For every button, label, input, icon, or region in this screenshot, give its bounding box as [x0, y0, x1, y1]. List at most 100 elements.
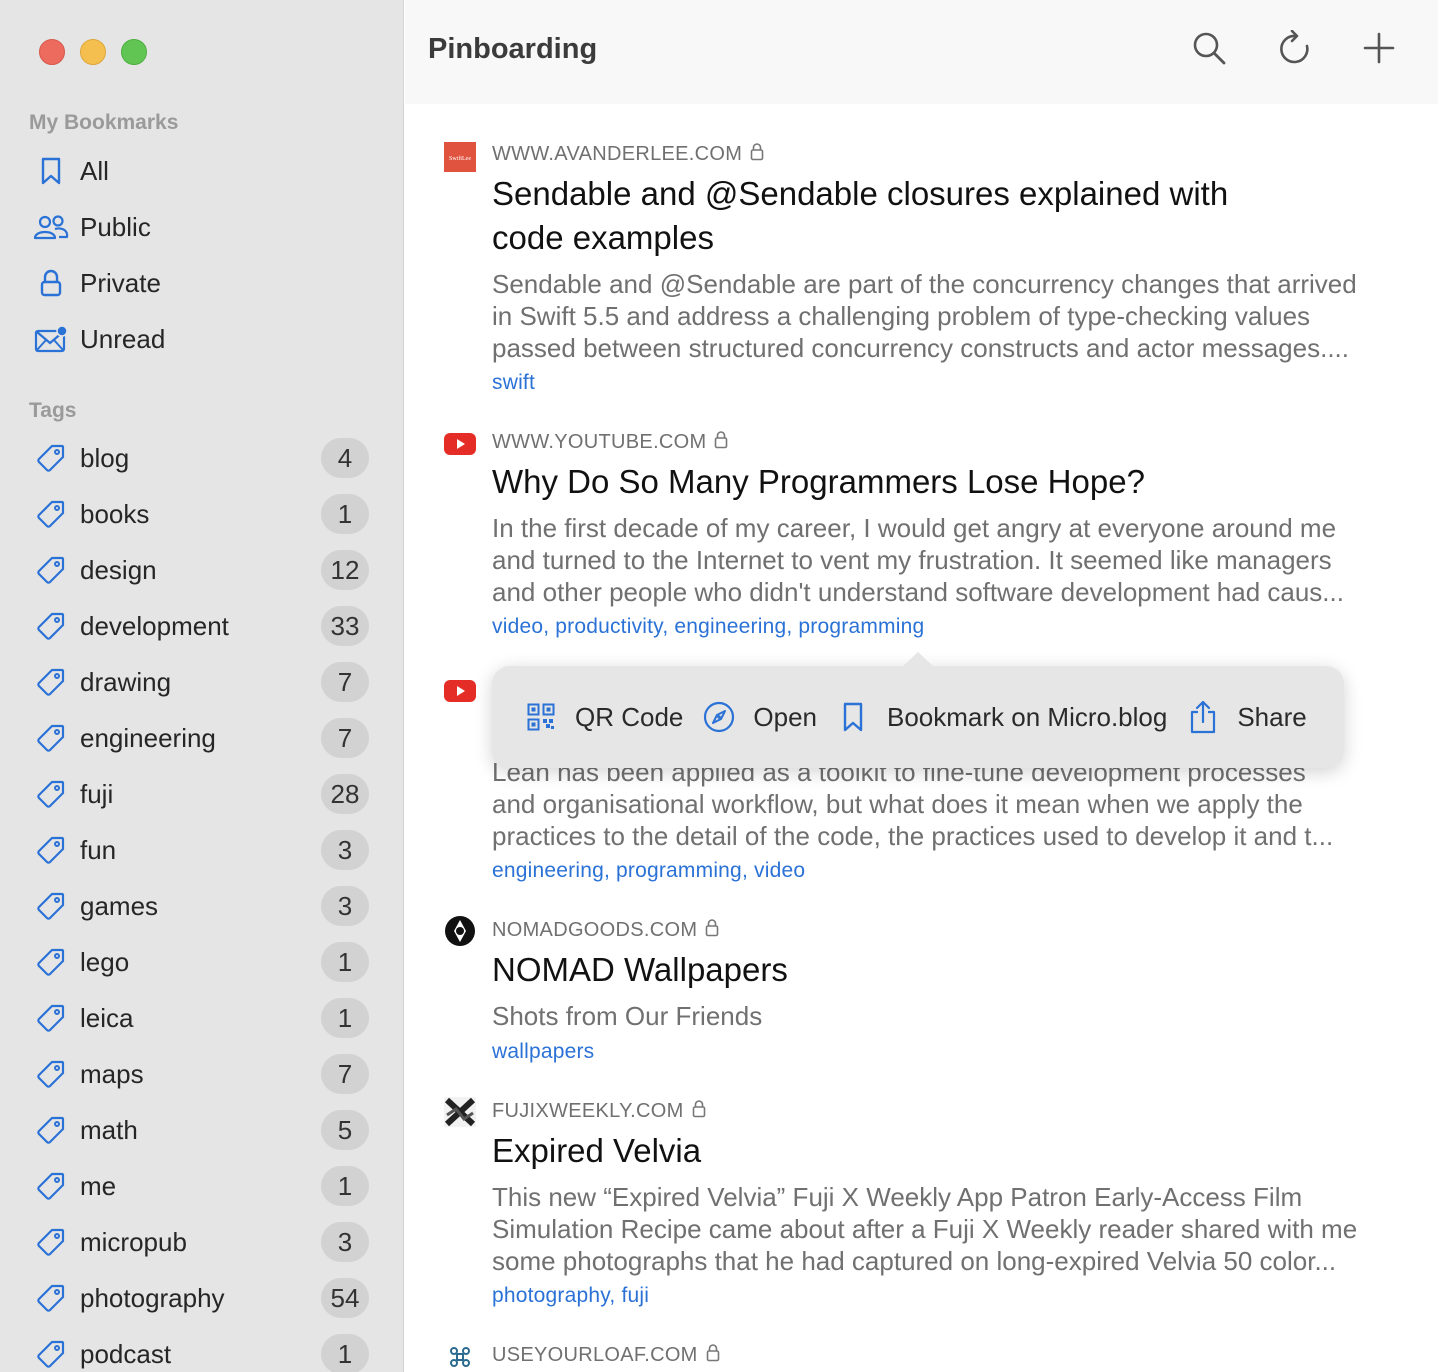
bookmark-tags[interactable]: video, productivity, engineering, progra…: [492, 615, 924, 639]
bookmark-tags[interactable]: swift: [492, 371, 535, 395]
lock-icon: [692, 1099, 706, 1124]
bookmark-title[interactable]: Expired Velvia: [492, 1129, 1392, 1173]
sidebar-tag-item[interactable]: leica 1: [33, 996, 373, 1040]
svg-text:SwiftLee: SwiftLee: [449, 155, 471, 162]
tag-label: math: [80, 1114, 138, 1145]
qr-code-button[interactable]: QR Code: [525, 701, 683, 733]
bookmark-domain: WWW.YOUTUBE.COM: [492, 430, 728, 455]
refresh-icon: [1278, 29, 1312, 71]
tag-label: micropub: [80, 1226, 187, 1257]
tag-icon: [33, 944, 69, 980]
tag-label: blog: [80, 442, 130, 473]
lock-icon: [705, 918, 719, 943]
sidebar-tag-item[interactable]: drawing 7: [33, 660, 373, 704]
tag-count-badge: 12: [321, 550, 369, 590]
zoom-window-button[interactable]: [121, 39, 147, 65]
sidebar-tag-item[interactable]: games 3: [33, 884, 373, 928]
command-key-icon: [444, 1341, 476, 1372]
bookmark-description: Shots from Our Friends: [492, 1001, 763, 1031]
bookmark-domain: WWW.AVANDERLEE.COM: [492, 142, 764, 167]
lock-icon: [714, 430, 728, 455]
bookmark-title[interactable]: NOMAD Wallpapers: [492, 948, 1392, 992]
sidebar-item-public[interactable]: Public: [33, 205, 373, 249]
share-button[interactable]: Share: [1187, 700, 1307, 734]
tag-icon: [33, 888, 69, 924]
tag-icon: [33, 440, 69, 476]
open-label: Open: [753, 701, 817, 732]
tag-icon: [33, 720, 69, 756]
sidebar-tag-item[interactable]: blog 4: [33, 436, 373, 480]
refresh-button[interactable]: [1275, 29, 1315, 71]
plus-icon: [1363, 32, 1395, 69]
bookmark-tags[interactable]: photography, fuji: [492, 1284, 649, 1308]
search-icon: [1191, 30, 1227, 71]
tag-icon: [33, 776, 69, 812]
tag-icon: [33, 1000, 69, 1036]
sidebar-item-label: Unread: [80, 323, 166, 354]
sidebar-item-private[interactable]: Private: [33, 261, 373, 305]
youtube-icon: [444, 675, 476, 707]
tag-label: design: [80, 554, 157, 585]
tag-icon: [33, 1056, 69, 1092]
sidebar-tag-item[interactable]: math 5: [33, 1108, 373, 1152]
tag-count-badge: 1: [321, 998, 369, 1038]
sidebar-tag-item[interactable]: fuji 28: [33, 772, 373, 816]
tag-label: engineering: [80, 722, 216, 753]
bookmark-icon: [33, 153, 69, 189]
qr-code-label: QR Code: [575, 701, 684, 732]
sidebar-tag-item[interactable]: development 33: [33, 604, 373, 648]
lock-icon: [33, 265, 69, 301]
tag-icon: [33, 552, 69, 588]
tag-label: podcast: [80, 1338, 172, 1369]
bookmark-tags[interactable]: engineering, programming, video: [492, 859, 805, 883]
sidebar-tag-item[interactable]: photography 54: [33, 1276, 373, 1320]
search-button[interactable]: [1189, 30, 1229, 70]
tag-count-badge: 5: [321, 1110, 369, 1150]
bookmark-title[interactable]: Why Do So Many Programmers Lose Hope?: [492, 460, 1392, 504]
share-label: Share: [1237, 701, 1307, 732]
tag-label: lego: [80, 946, 130, 977]
add-bookmark-button[interactable]: [1359, 30, 1399, 70]
tag-label: maps: [80, 1058, 144, 1089]
tags-heading: Tags: [29, 399, 77, 422]
sidebar-item-unread[interactable]: Unread: [33, 317, 373, 361]
sidebar: My Bookmarks All Public Private Unread T…: [0, 0, 404, 1372]
sidebar-item-all[interactable]: All: [33, 149, 373, 193]
people-icon: [33, 209, 69, 245]
share-icon: [1187, 700, 1219, 734]
tag-count-badge: 7: [321, 662, 369, 702]
bookmark-title[interactable]: Sendable and @Sendable closures explaine…: [492, 172, 1392, 260]
my-bookmarks-heading: My Bookmarks: [29, 111, 179, 134]
sidebar-tag-item[interactable]: podcast 1: [33, 1332, 373, 1372]
open-button[interactable]: Open: [703, 701, 817, 733]
tag-count-badge: 28: [321, 774, 369, 814]
bookmark-tags[interactable]: wallpapers: [492, 1040, 594, 1064]
sidebar-tag-item[interactable]: books 1: [33, 492, 373, 536]
tag-count-badge: 1: [321, 1166, 369, 1206]
sidebar-tag-item[interactable]: lego 1: [33, 940, 373, 984]
tag-count-badge: 33: [321, 606, 369, 646]
sidebar-tag-item[interactable]: fun 3: [33, 828, 373, 872]
tag-icon: [33, 1336, 69, 1372]
tag-label: me: [80, 1170, 117, 1201]
bookmark-domain: FUJIXWEEKLY.COM: [492, 1099, 706, 1124]
sidebar-tag-item[interactable]: design 12: [33, 548, 373, 592]
sidebar-tag-item[interactable]: engineering 7: [33, 716, 373, 760]
tag-count-badge: 3: [321, 1222, 369, 1262]
bookmark-on-microblog-label: Bookmark on Micro.blog: [887, 701, 1168, 732]
tag-icon: [33, 1224, 69, 1260]
sidebar-tag-item[interactable]: maps 7: [33, 1052, 373, 1096]
minimize-window-button[interactable]: [80, 39, 106, 65]
sidebar-tag-item[interactable]: me 1: [33, 1164, 373, 1208]
bookmark-description: In the first decade of my career, I woul…: [492, 513, 1344, 607]
tag-label: development: [80, 610, 229, 641]
lock-icon: [706, 1343, 720, 1368]
compass-icon: [703, 701, 735, 733]
fujixweekly-logo-icon: [444, 1096, 476, 1128]
tag-count-badge: 4: [321, 438, 369, 478]
close-window-button[interactable]: [39, 39, 65, 65]
bookmark-on-microblog-button[interactable]: Bookmark on Micro.blog: [837, 701, 1167, 733]
bookmark-description: Lean has been applied as a toolkit to fi…: [492, 757, 1334, 851]
sidebar-tag-item[interactable]: micropub 3: [33, 1220, 373, 1264]
tag-count-badge: 7: [321, 1054, 369, 1094]
